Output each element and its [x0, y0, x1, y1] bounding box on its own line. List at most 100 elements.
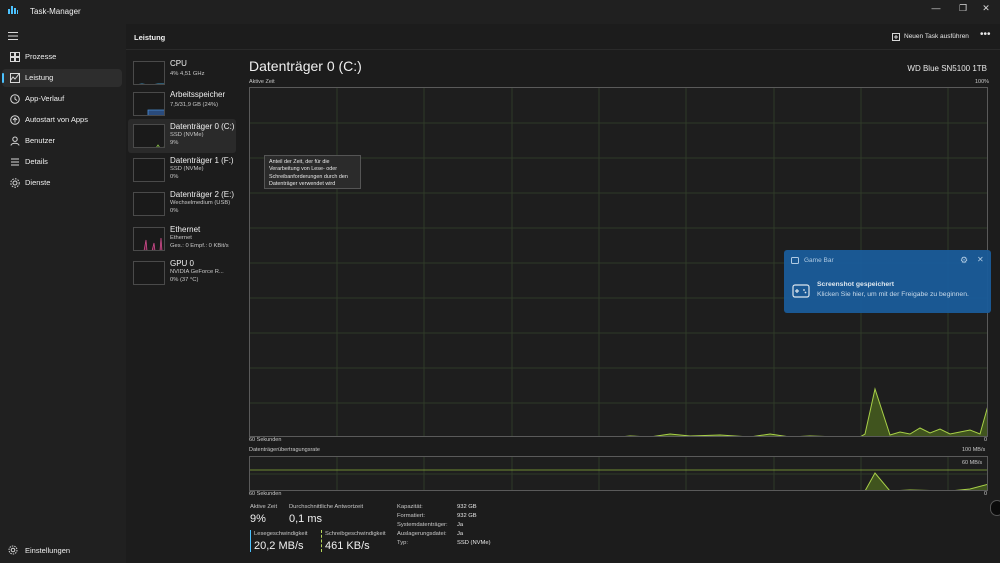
edge-handle[interactable] — [990, 500, 1000, 516]
notification-title: Screenshot gespeichert — [817, 281, 895, 288]
users-icon — [10, 136, 20, 146]
game-bar-icon — [791, 257, 799, 264]
services-icon — [10, 178, 20, 188]
device-usage: 0% (37 °C) — [170, 277, 199, 283]
active-time-max-label: 100% — [975, 79, 990, 85]
sidebar-item-label: Autostart von Apps — [25, 115, 88, 124]
device-item-cpu[interactable]: CPU 4% 4,51 GHz — [128, 56, 236, 90]
device-name: Ethernet — [170, 225, 201, 234]
property-key: Systemdatenträger: — [397, 522, 448, 528]
device-detail: NVIDIA GeForce R... — [170, 269, 224, 275]
device-detail: SSD (NVMe) — [170, 132, 204, 138]
active-time-stat-label: Aktive Zeit — [250, 504, 278, 510]
device-throughput: Ges.: 0 Empf.: 0 KBit/s — [170, 243, 229, 249]
sidebar-item-label: Einstellungen — [25, 546, 71, 555]
active-indicator — [2, 73, 4, 83]
notification-close-icon[interactable]: ✕ — [977, 255, 984, 264]
history-icon — [10, 94, 20, 104]
more-options-button[interactable]: ••• — [980, 29, 991, 40]
seconds-label: 60 Sekunden — [249, 491, 282, 497]
property-value: Ja — [457, 531, 464, 537]
sidebar-item-label: Details — [25, 157, 48, 166]
active-time-axis-label: Aktive Zeit — [249, 79, 275, 85]
disk-1-thumbnail-graph — [133, 158, 165, 182]
notification-app-name: Game Bar — [804, 257, 834, 264]
notification-settings-icon[interactable]: ⚙ — [960, 255, 968, 266]
disk-2-thumbnail-graph — [133, 192, 165, 216]
sidebar-item-services[interactable]: Dienste — [2, 174, 122, 192]
sidebar-item-label: Prozesse — [25, 52, 57, 61]
device-item-disk-1[interactable]: Datenträger 1 (F:) SSD (NVMe) 0% — [128, 153, 236, 187]
device-name: CPU — [170, 59, 187, 68]
property-value: 932 GB — [457, 504, 477, 510]
sidebar-item-settings[interactable]: Einstellungen — [2, 541, 122, 559]
page-header: Leistung Neuen Task ausführen ••• — [126, 24, 1000, 50]
game-bar-notification[interactable]: Game Bar ⚙ ✕ Screenshot gespeichert Klic… — [784, 250, 991, 313]
sidebar-item-performance[interactable]: Leistung — [2, 69, 122, 87]
page-title: Leistung — [134, 33, 166, 42]
device-detail: 4% 4,51 GHz — [170, 71, 205, 77]
device-name: GPU 0 — [170, 259, 195, 268]
sidebar-item-label: Dienste — [25, 178, 51, 187]
seconds-label: 60 Sekunden — [249, 437, 282, 443]
memory-thumbnail-graph — [133, 92, 165, 116]
sidebar-item-details[interactable]: Details — [2, 153, 122, 171]
transfer-rate-graph — [249, 456, 988, 491]
gpu-thumbnail-graph — [133, 261, 165, 285]
read-speed-label: Lesegeschwindigkeit — [254, 531, 308, 537]
device-detail: 7,5/31,9 GB (24%) — [170, 102, 219, 108]
property-value: SSD (NVMe) — [457, 540, 491, 546]
device-item-disk-0[interactable]: Datenträger 0 (C:) SSD (NVMe) 9% — [128, 119, 236, 153]
details-icon — [11, 158, 19, 166]
sidebar: Prozesse Leistung App-Verlauf Autostart … — [0, 24, 126, 563]
device-detail: Wechselmedium (USB) — [170, 200, 231, 206]
response-time-stat-value: 0,1 ms — [289, 513, 323, 525]
sidebar-item-startup-apps[interactable]: Autostart von Apps — [2, 111, 122, 129]
sidebar-item-label: Benutzer — [25, 136, 56, 145]
disk-0-thumbnail-graph — [133, 124, 165, 148]
new-task-label: Neuen Task ausführen — [904, 33, 969, 40]
property-key: Auslagerungsdatei: — [397, 531, 447, 537]
device-name: Datenträger 1 (F:) — [170, 156, 234, 165]
performance-icon — [10, 73, 20, 83]
device-item-memory[interactable]: Arbeitsspeicher 7,5/31,9 GB (24%) — [128, 87, 236, 121]
device-item-gpu-0[interactable]: GPU 0 NVIDIA GeForce R... 0% (37 °C) — [128, 256, 236, 290]
device-detail: SSD (NVMe) — [170, 166, 204, 172]
device-item-ethernet[interactable]: Ethernet Ethernet Ges.: 0 Empf.: 0 KBit/… — [128, 222, 236, 256]
sidebar-item-label: App-Verlauf — [25, 94, 65, 103]
axis-zero-label: 0 — [984, 491, 988, 497]
device-name: Datenträger 0 (C:) — [170, 122, 235, 131]
cpu-thumbnail-graph — [133, 61, 165, 85]
write-speed-value: 461 KB/s — [325, 540, 370, 552]
sidebar-item-app-history[interactable]: App-Verlauf — [2, 90, 122, 108]
property-key: Formatiert: — [397, 513, 426, 519]
device-usage: 0% — [170, 174, 179, 180]
response-time-stat-label: Durchschnittliche Antwortzeit — [289, 504, 364, 510]
device-list: CPU 4% 4,51 GHz Arbeitsspeicher 7,5/31,9… — [126, 50, 240, 290]
device-usage: 9% — [170, 140, 179, 146]
tooltip: Anteil der Zeit, der für die Verarbeitun… — [264, 155, 361, 189]
disk-title: Datenträger 0 (C:) — [249, 58, 362, 74]
transfer-rate-axis-label: Datenträgerübertragungsrate — [249, 447, 320, 453]
title-bar: Task-Manager — ❐ ✕ — [0, 0, 1000, 24]
hamburger-menu-icon[interactable] — [8, 32, 18, 40]
sidebar-item-label: Leistung — [25, 73, 54, 82]
close-button[interactable]: ✕ — [968, 0, 1000, 16]
startup-icon — [10, 115, 20, 125]
sidebar-item-processes[interactable]: Prozesse — [2, 48, 122, 66]
new-task-icon — [892, 33, 900, 41]
device-usage: 0% — [170, 208, 179, 214]
property-value: Ja — [457, 522, 464, 528]
transfer-max-label: 100 MB/s — [962, 447, 986, 453]
device-item-disk-2[interactable]: Datenträger 2 (E:) Wechselmedium (USB) 0… — [128, 187, 236, 221]
disk-model: WD Blue SN5100 1TB — [907, 64, 987, 73]
window-title: Task-Manager — [30, 7, 81, 16]
property-value: 932 GB — [457, 513, 477, 519]
sidebar-item-users[interactable]: Benutzer — [2, 132, 122, 150]
property-key: Typ: — [397, 540, 408, 546]
ethernet-thumbnail-graph — [133, 227, 165, 251]
property-key: Kapazität: — [397, 504, 423, 510]
gear-icon — [8, 545, 18, 555]
read-speed-value: 20,2 MB/s — [254, 540, 304, 552]
transfer-rate-graph-svg — [250, 457, 987, 490]
